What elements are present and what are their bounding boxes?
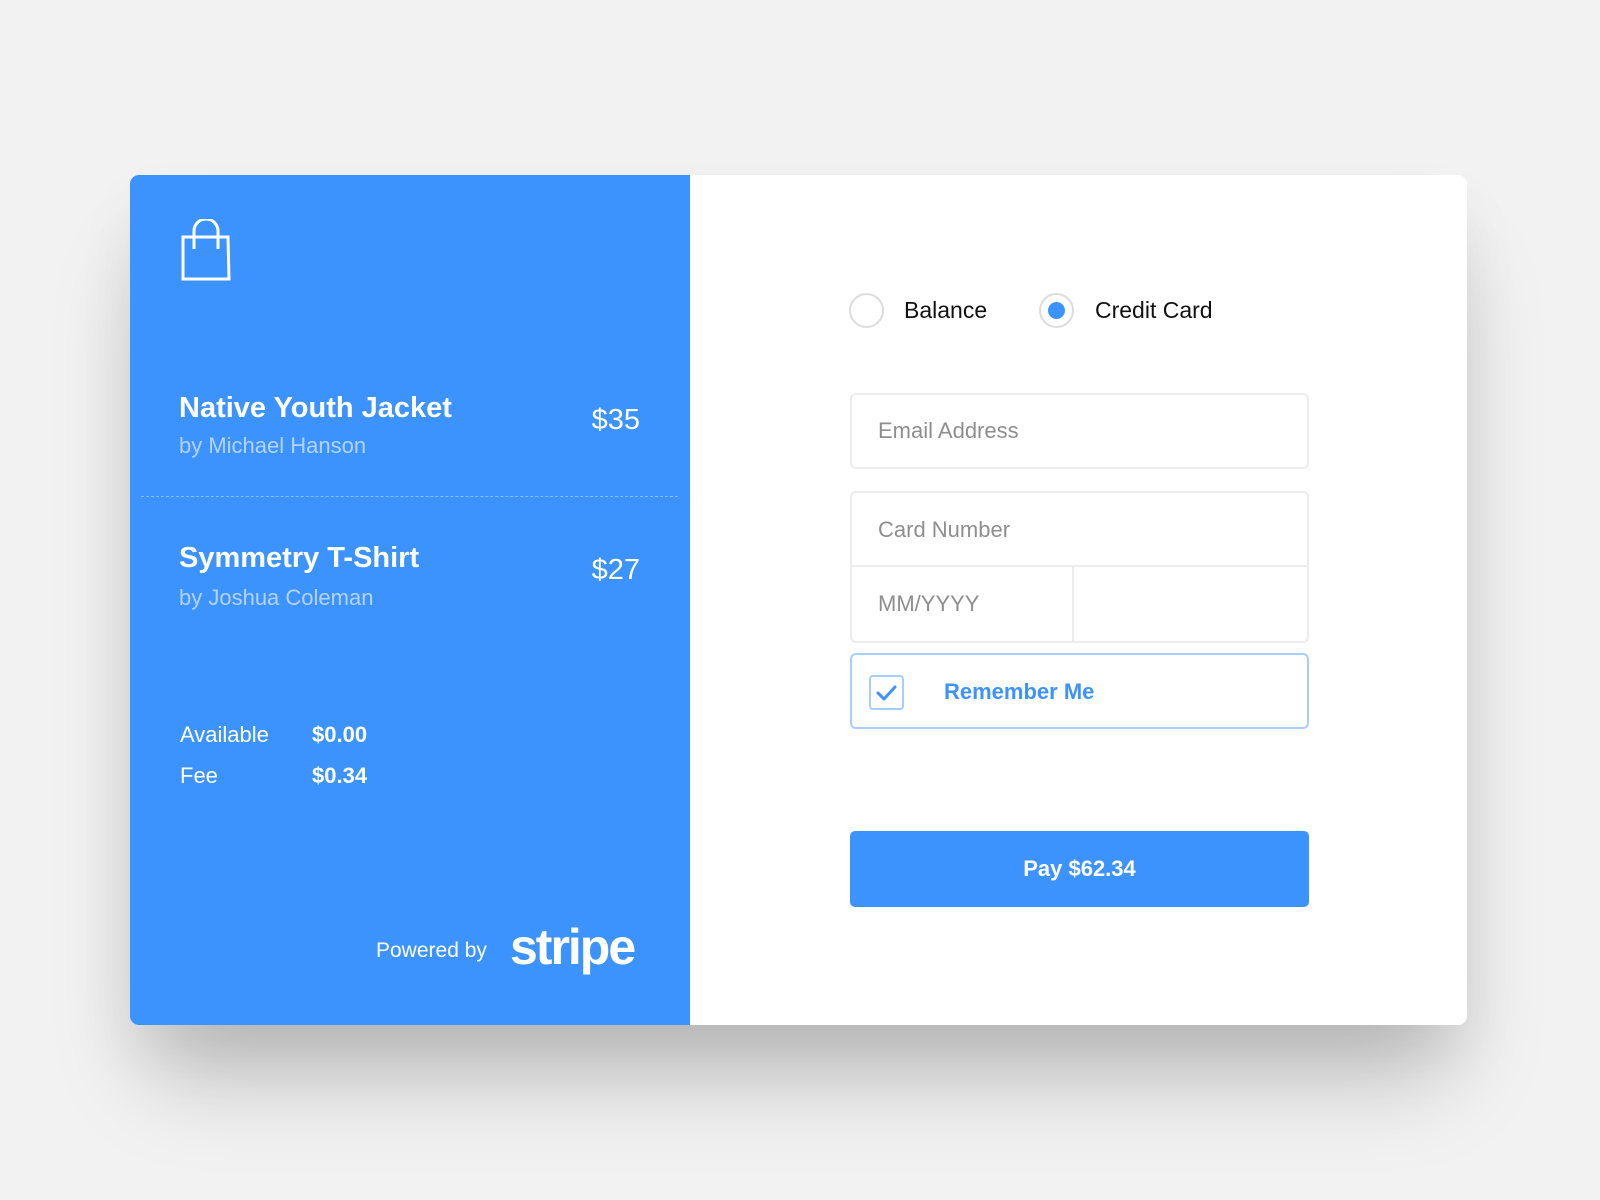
item-price: $27 bbox=[591, 554, 640, 586]
radio-credit-card-label[interactable]: Credit Card bbox=[1095, 296, 1213, 324]
item-author: by Michael Hanson bbox=[179, 433, 367, 458]
item-title: Symmetry T-Shirt bbox=[179, 542, 420, 574]
radio-balance-label[interactable]: Balance bbox=[904, 296, 987, 324]
available-label: Available bbox=[180, 722, 269, 747]
order-summary-panel: Native Youth Jacket by Michael Hanson $3… bbox=[130, 175, 690, 1025]
shopping-bag-icon bbox=[181, 219, 231, 281]
pay-button[interactable]: Pay $62.34 bbox=[850, 831, 1309, 907]
email-input[interactable]: Email Address bbox=[850, 393, 1309, 469]
checkout-card: Native Youth Jacket by Michael Hanson $3… bbox=[130, 175, 1467, 1025]
card-number-input[interactable]: Card Number bbox=[852, 493, 1307, 567]
radio-credit-card[interactable] bbox=[1039, 293, 1074, 328]
available-value: $0.00 bbox=[312, 722, 368, 747]
fee-label: Fee bbox=[180, 763, 218, 788]
expiry-input[interactable]: MM/YYYY bbox=[852, 567, 1074, 641]
card-fields-group: Card Number MM/YYYY bbox=[850, 491, 1309, 643]
item-divider bbox=[141, 496, 678, 497]
item-author: by Joshua Coleman bbox=[179, 585, 374, 610]
remember-me-label: Remember Me bbox=[944, 679, 1095, 704]
card-number-placeholder: Card Number bbox=[878, 517, 1011, 542]
powered-by-text: Powered by bbox=[376, 939, 487, 962]
remember-me-row[interactable]: Remember Me bbox=[850, 653, 1309, 729]
checkmark-icon bbox=[876, 685, 897, 701]
fee-value: $0.34 bbox=[312, 763, 368, 788]
item-title: Native Youth Jacket bbox=[179, 392, 452, 424]
remember-me-checkbox[interactable] bbox=[869, 675, 904, 710]
radio-balance[interactable] bbox=[849, 293, 884, 328]
email-placeholder: Email Address bbox=[878, 418, 1019, 443]
expiry-placeholder: MM/YYYY bbox=[878, 591, 980, 616]
cvc-input[interactable] bbox=[1074, 567, 1307, 641]
item-price: $35 bbox=[591, 404, 640, 436]
stripe-logo: stripe bbox=[510, 919, 636, 975]
